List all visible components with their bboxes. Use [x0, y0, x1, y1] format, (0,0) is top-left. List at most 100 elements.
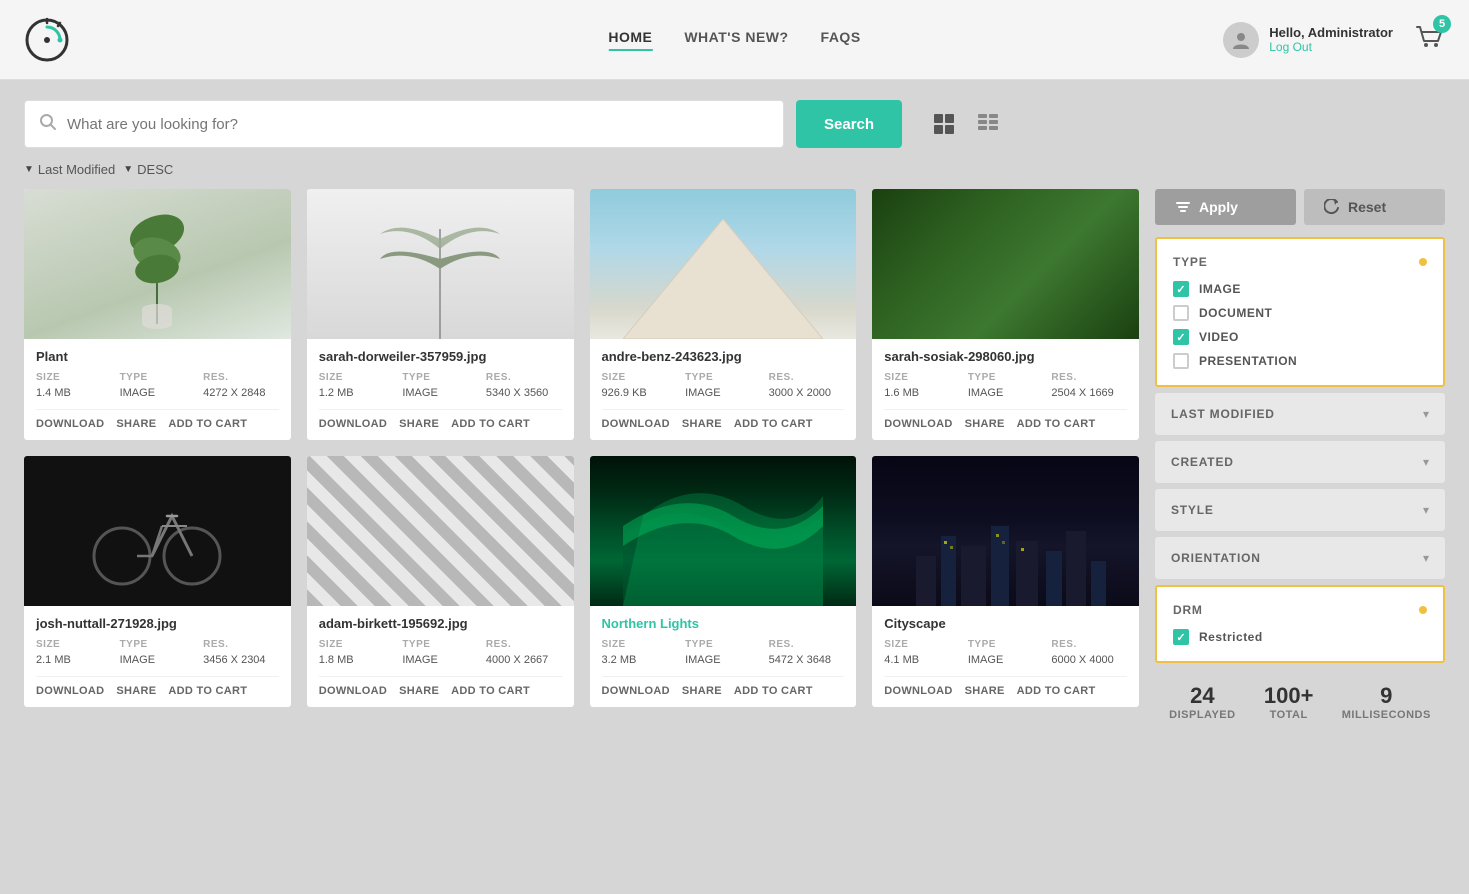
download-button[interactable]: DOWNLOAD: [36, 418, 104, 430]
card-title: sarah-sosiak-298060.jpg: [884, 349, 1127, 364]
add-to-cart-button[interactable]: ADD TO CART: [1017, 685, 1096, 697]
share-button[interactable]: SHARE: [399, 418, 439, 430]
type-video-checkbox[interactable]: [1173, 329, 1189, 345]
sort-order[interactable]: ▼ DESC: [123, 162, 173, 177]
type-value: IMAGE: [402, 654, 478, 666]
res-label: RES.: [769, 372, 845, 383]
card-body: sarah-dorweiler-357959.jpg SIZE TYPE RES…: [307, 339, 574, 440]
res-value: 5472 X 3648: [769, 654, 845, 666]
main-layout: Plant SIZE TYPE RES. 1.4 MB IMAGE 4272 X…: [0, 189, 1469, 729]
search-box[interactable]: [24, 100, 784, 148]
share-button[interactable]: SHARE: [399, 685, 439, 697]
add-to-cart-button[interactable]: ADD TO CART: [734, 685, 813, 697]
list-view-button[interactable]: [970, 106, 1006, 142]
apply-label: Apply: [1199, 199, 1238, 215]
download-button[interactable]: DOWNLOAD: [884, 685, 952, 697]
share-button[interactable]: SHARE: [965, 685, 1005, 697]
image-thumbnail: [307, 189, 574, 339]
download-button[interactable]: DOWNLOAD: [36, 685, 104, 697]
share-button[interactable]: SHARE: [116, 418, 156, 430]
res-label: RES.: [486, 372, 562, 383]
type-document-checkbox[interactable]: [1173, 305, 1189, 321]
share-button[interactable]: SHARE: [116, 685, 156, 697]
download-button[interactable]: DOWNLOAD: [319, 685, 387, 697]
size-label: SIZE: [36, 372, 112, 383]
type-presentation-checkbox[interactable]: [1173, 353, 1189, 369]
created-filter[interactable]: CREATED ▾: [1155, 441, 1445, 483]
style-filter[interactable]: STYLE ▾: [1155, 489, 1445, 531]
size-value: 926.9 KB: [602, 387, 678, 399]
drm-restricted-item[interactable]: Restricted: [1173, 629, 1427, 645]
drm-restricted-checkbox[interactable]: [1173, 629, 1189, 645]
share-button[interactable]: SHARE: [965, 418, 1005, 430]
reset-button[interactable]: Reset: [1304, 189, 1445, 225]
nav-home[interactable]: HOME: [608, 29, 652, 51]
card-actions: DOWNLOAD SHARE ADD TO CART: [319, 409, 562, 430]
res-value: 3456 X 2304: [203, 654, 279, 666]
stat-displayed: 24 DISPLAYED: [1169, 683, 1235, 721]
type-label: TYPE: [968, 639, 1044, 650]
add-to-cart-button[interactable]: ADD TO CART: [451, 685, 530, 697]
download-button[interactable]: DOWNLOAD: [602, 685, 670, 697]
orientation-filter[interactable]: ORIENTATION ▾: [1155, 537, 1445, 579]
search-button[interactable]: Search: [796, 100, 902, 148]
displayed-value: 24: [1169, 683, 1235, 709]
card-title: Northern Lights: [602, 616, 845, 631]
logout-link[interactable]: Log Out: [1269, 40, 1393, 54]
size-value: 2.1 MB: [36, 654, 112, 666]
share-button[interactable]: SHARE: [682, 418, 722, 430]
type-document-item[interactable]: DOCUMENT: [1173, 305, 1427, 321]
sort-field[interactable]: ▼ Last Modified: [24, 162, 115, 177]
add-to-cart-button[interactable]: ADD TO CART: [168, 685, 247, 697]
nav-whats-new[interactable]: WHAT'S NEW?: [684, 29, 788, 51]
type-presentation-item[interactable]: PRESENTATION: [1173, 353, 1427, 369]
card-meta: SIZE TYPE RES. 1.4 MB IMAGE 4272 X 2848: [36, 372, 279, 399]
cart-button[interactable]: 5: [1413, 21, 1445, 58]
grid-view-button[interactable]: [926, 106, 962, 142]
drm-restricted-label: Restricted: [1199, 630, 1263, 644]
res-label: RES.: [1051, 639, 1127, 650]
res-value: 3000 X 2000: [769, 387, 845, 399]
type-image-item[interactable]: IMAGE: [1173, 281, 1427, 297]
type-active-indicator: [1419, 258, 1427, 266]
download-button[interactable]: DOWNLOAD: [602, 418, 670, 430]
add-to-cart-button[interactable]: ADD TO CART: [451, 418, 530, 430]
download-button[interactable]: DOWNLOAD: [319, 418, 387, 430]
last-modified-filter[interactable]: LAST MODIFIED ▾: [1155, 393, 1445, 435]
header-right: Hello, Administrator Log Out 5: [1223, 21, 1445, 58]
type-image-checkbox[interactable]: [1173, 281, 1189, 297]
card-meta: SIZE TYPE RES. 2.1 MB IMAGE 3456 X 2304: [36, 639, 279, 666]
card-meta: SIZE TYPE RES. 3.2 MB IMAGE 5472 X 3648: [602, 639, 845, 666]
download-button[interactable]: DOWNLOAD: [884, 418, 952, 430]
res-value: 4272 X 2848: [203, 387, 279, 399]
card-meta: SIZE TYPE RES. 4.1 MB IMAGE 6000 X 4000: [884, 639, 1127, 666]
type-label: TYPE: [402, 372, 478, 383]
type-filter-section: TYPE IMAGE DOCUMENT VIDEO PRESENTATION: [1155, 237, 1445, 387]
apply-button[interactable]: Apply: [1155, 189, 1296, 225]
type-value: IMAGE: [120, 654, 196, 666]
search-input[interactable]: [67, 116, 769, 133]
add-to-cart-button[interactable]: ADD TO CART: [168, 418, 247, 430]
stats-bar: 24 DISPLAYED 100+ TOTAL 9 MILLISECONDS: [1155, 669, 1445, 729]
type-label: TYPE: [685, 372, 761, 383]
add-to-cart-button[interactable]: ADD TO CART: [734, 418, 813, 430]
sort-order-label: DESC: [137, 162, 173, 177]
image-card: josh-nuttall-271928.jpg SIZE TYPE RES. 2…: [24, 456, 291, 707]
nav-faqs[interactable]: FAQS: [821, 29, 861, 51]
type-video-label: VIDEO: [1199, 330, 1239, 344]
add-to-cart-button[interactable]: ADD TO CART: [1017, 418, 1096, 430]
card-actions: DOWNLOAD SHARE ADD TO CART: [602, 676, 845, 697]
user-text: Hello, Administrator Log Out: [1269, 25, 1393, 54]
total-label: TOTAL: [1264, 709, 1314, 721]
type-video-item[interactable]: VIDEO: [1173, 329, 1427, 345]
card-actions: DOWNLOAD SHARE ADD TO CART: [884, 676, 1127, 697]
stat-ms: 9 MILLISECONDS: [1342, 683, 1431, 721]
logo[interactable]: [24, 17, 70, 63]
ms-label: MILLISECONDS: [1342, 709, 1431, 721]
image-thumbnail: [872, 456, 1139, 606]
created-chevron-icon: ▾: [1423, 455, 1429, 469]
card-actions: DOWNLOAD SHARE ADD TO CART: [36, 676, 279, 697]
type-value: IMAGE: [685, 654, 761, 666]
view-toggles: [926, 106, 1006, 142]
share-button[interactable]: SHARE: [682, 685, 722, 697]
